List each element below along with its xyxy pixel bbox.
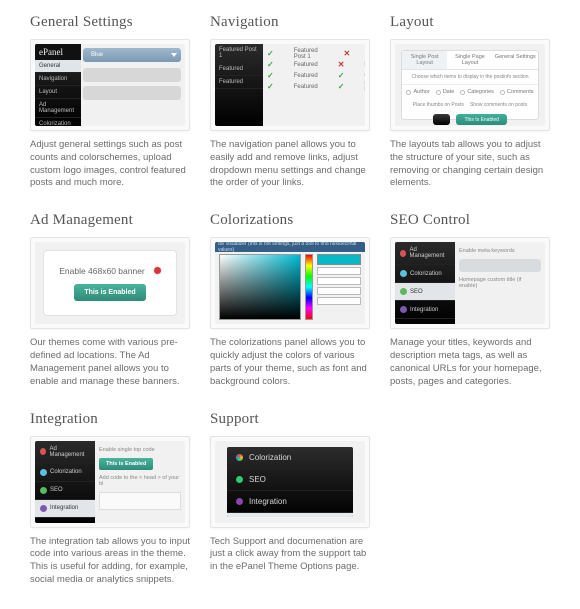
cross-icon: ✕ [343, 49, 350, 58]
chevron-down-icon [171, 53, 177, 57]
card-title: Ad Management [30, 212, 190, 229]
colorization-icon [236, 454, 243, 461]
check-icon: ✓ [267, 49, 274, 58]
tab-single-page: Single Page Layout [447, 51, 492, 69]
meta-keywords-label: Enable meta keywords [459, 248, 541, 254]
bullet-icon [400, 250, 406, 257]
card-description: The navigation panel allows you to easil… [210, 139, 370, 190]
card-ad-management: Ad Management Enable 468x60 banner This … [30, 212, 190, 388]
color-input [317, 267, 361, 275]
thumbnail-colorizations: div visualizer (this is not settings, ju… [210, 237, 370, 329]
code-textarea [99, 492, 181, 510]
radio-icon [460, 90, 465, 95]
sidebar-item-layout: Layout [35, 86, 81, 99]
card-title: Integration [30, 411, 190, 428]
sidebar-item-navigation: Navigation [35, 73, 81, 86]
tab-general-settings: General Settings [493, 51, 538, 69]
thumbnail-seo-control: Ad Management Colorization SEO Integrati… [390, 237, 550, 329]
toggle-enabled: This Is Enabled [456, 114, 506, 125]
enabled-button: This is Enabled [74, 284, 145, 301]
bullet-icon [400, 288, 407, 295]
enable-top-code-label: Enable single top code [99, 447, 181, 453]
bullet-icon [40, 505, 47, 512]
card-navigation: Navigation Featured Post 1 Featured Feat… [210, 14, 370, 190]
epanel-sidebar: Ad Management Colorization SEO Integrati… [395, 242, 455, 324]
postinfo-note: Choose which items to display in the pos… [402, 70, 538, 85]
check-icon: ✓ [267, 60, 274, 69]
thumbnail-ad-management: Enable 468x60 banner This is Enabled [30, 237, 190, 329]
color-input [317, 277, 361, 285]
radio-icon [436, 90, 441, 95]
thumbnail-integration: Ad Management Colorization SEO Integrati… [30, 436, 190, 528]
card-title: Colorizations [210, 212, 370, 229]
bullet-icon [400, 306, 407, 313]
integration-icon [236, 498, 243, 505]
card-layout: Layout Single Post Layout Single Page La… [390, 14, 550, 190]
hue-slider [305, 254, 313, 320]
epanel-brand: ePanel [35, 44, 81, 60]
tab-single-post: Single Post Layout [402, 51, 447, 69]
enable-banner-label: Enable 468x60 banner [59, 266, 145, 276]
head-code-label: Add code to the < head > of your bl [99, 475, 181, 487]
enabled-button: This is Enabled [99, 458, 153, 470]
color-input [317, 297, 361, 305]
thumbnail-support: Colorization SEO Integration Support Doc… [210, 436, 370, 528]
epanel-sidebar: Featured Post 1 Featured Featured [215, 44, 263, 126]
thumbnail-general-settings: ePanel General Navigation Layout Ad Mana… [30, 39, 190, 131]
seo-icon [236, 476, 243, 483]
card-colorizations: Colorizations div visualizer (this is no… [210, 212, 370, 388]
feature-grid: General Settings ePanel General Navigati… [0, 0, 580, 609]
check-icon: ✓ [338, 71, 345, 80]
thumbnail-layout: Single Post Layout Single Page Layout Ge… [390, 39, 550, 131]
bullet-icon [400, 270, 407, 277]
card-support: Support Colorization SEO Integration Sup… [210, 411, 370, 587]
card-description: The layouts tab allows you to adjust the… [390, 139, 550, 190]
check-icon: ✓ [338, 82, 345, 91]
card-description: Our themes come with various pre-defined… [30, 337, 190, 388]
card-description: Adjust general settings such as post cou… [30, 139, 190, 190]
bullet-icon [40, 448, 46, 455]
custom-title-label: Homepage custom title (if enable) [459, 277, 541, 289]
epanel-sidebar: Colorization SEO Integration Support Doc… [227, 447, 353, 517]
check-icon: ✓ [267, 82, 274, 91]
card-title: SEO Control [390, 212, 550, 229]
bullet-icon [40, 469, 47, 476]
color-picker-header: div visualizer (this is not settings, ju… [215, 242, 365, 252]
setting-field [83, 86, 181, 100]
card-title: Navigation [210, 14, 370, 31]
sidebar-item-admgmt: Ad Management [35, 99, 81, 118]
card-integration: Integration Ad Management Colorization S… [30, 411, 190, 587]
epanel-sidebar: ePanel General Navigation Layout Ad Mana… [35, 44, 81, 126]
sidebar-item-general: General [35, 60, 81, 73]
radio-icon [500, 90, 505, 95]
check-icon: ✓ [267, 71, 274, 80]
epanel-sidebar: Ad Management Colorization SEO Integrati… [35, 441, 95, 523]
saturation-lightness-picker [219, 254, 301, 320]
toggle-dark [433, 114, 450, 125]
sidebar-item-colorization: Colorization [35, 118, 81, 126]
card-description: The colorizations panel allows you to qu… [210, 337, 370, 388]
card-description: Manage your titles, keywords and descrip… [390, 337, 550, 388]
setting-field [83, 68, 181, 82]
color-swatch [317, 254, 361, 265]
card-description: The integration tab allows you to input … [30, 536, 190, 587]
card-title: Support [210, 411, 370, 428]
toggle-placeholder [459, 259, 541, 272]
thumbnail-navigation: Featured Post 1 Featured Featured ✓Featu… [210, 39, 370, 131]
cross-icon: ✕ [338, 60, 345, 69]
color-input [317, 287, 361, 295]
card-description: Tech Support and documenation are just a… [210, 536, 370, 574]
card-title: General Settings [30, 14, 190, 31]
radio-icon [406, 90, 411, 95]
bullet-icon [40, 487, 47, 494]
card-title: Layout [390, 14, 550, 31]
card-seo-control: SEO Control Ad Management Colorization S… [390, 212, 550, 388]
card-general-settings: General Settings ePanel General Navigati… [30, 14, 190, 190]
red-indicator-icon [154, 267, 161, 274]
color-scheme-dropdown: Blue [83, 48, 181, 62]
